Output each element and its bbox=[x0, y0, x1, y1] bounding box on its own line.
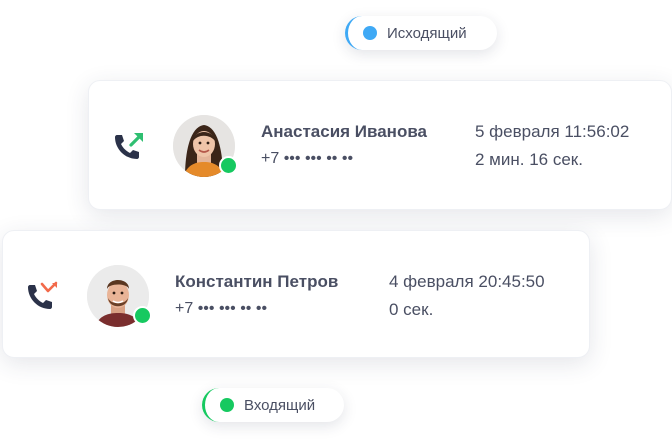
online-status-dot bbox=[133, 306, 152, 325]
call-duration: 0 сек. bbox=[389, 300, 434, 319]
phone-outgoing-icon bbox=[115, 133, 143, 159]
caller-name: Константин Петров bbox=[175, 272, 339, 291]
caller-phone: +7 ••• ••• •• •• bbox=[175, 300, 268, 317]
legend-outgoing-label: Исходящий bbox=[387, 24, 467, 42]
call-datetime: 5 февраля 11:56:02 bbox=[475, 122, 630, 141]
legend-incoming-label: Входящий bbox=[244, 396, 316, 414]
call-datetime: 4 февраля 20:45:50 bbox=[389, 272, 545, 291]
call-duration: 2 мин. 16 сек. bbox=[475, 150, 583, 169]
legend-outgoing: Исходящий bbox=[345, 16, 497, 50]
phone-missed-icon bbox=[28, 281, 58, 309]
caller-name: Анастасия Иванова bbox=[261, 122, 428, 141]
avatar bbox=[87, 265, 152, 327]
caller-phone: +7 ••• ••• •• •• bbox=[261, 150, 354, 167]
call-card-outgoing[interactable]: Анастасия Иванова +7 ••• ••• •• •• 5 фев… bbox=[88, 80, 672, 210]
online-status-dot bbox=[219, 156, 238, 175]
outgoing-dot bbox=[363, 26, 377, 40]
incoming-dot bbox=[220, 398, 234, 412]
legend-incoming: Входящий bbox=[202, 388, 344, 422]
call-card-missed[interactable]: Константин Петров +7 ••• ••• •• •• 4 фев… bbox=[2, 230, 590, 358]
avatar bbox=[173, 115, 238, 177]
